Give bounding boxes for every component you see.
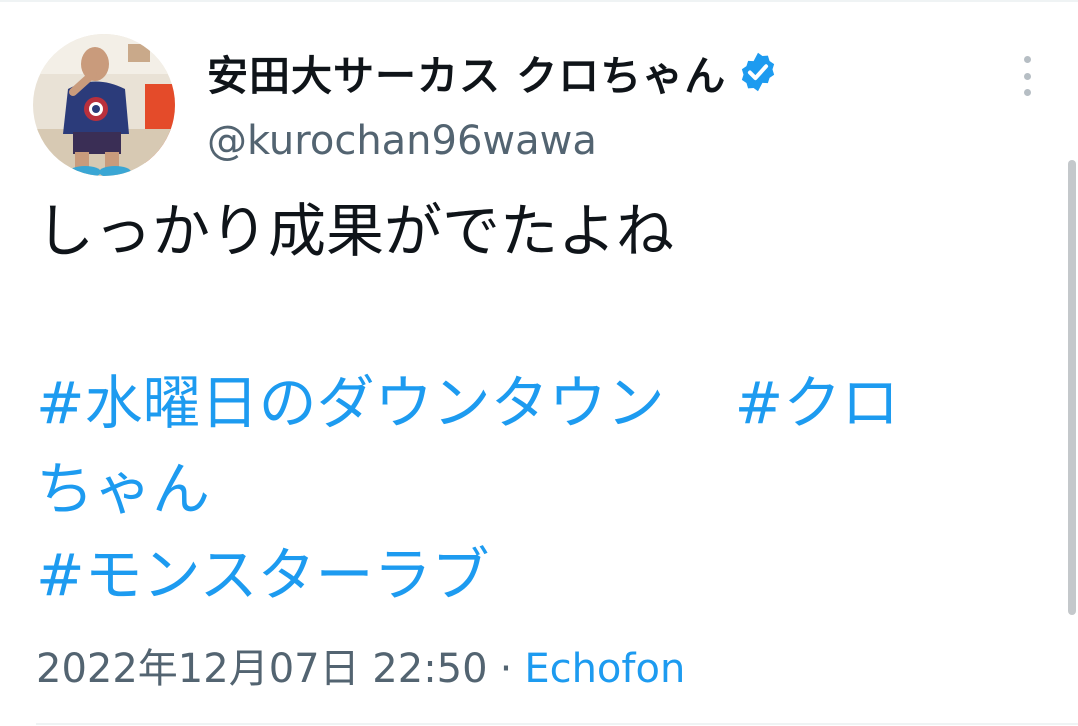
display-name-row: 安田大サーカス クロちゃん — [207, 42, 780, 102]
tweet-metadata: 2022年12月07日 22:50 · Echofon — [36, 636, 685, 694]
bottom-divider — [36, 723, 1078, 725]
tweet-card: 安田大サーカス クロちゃん @kurochan96wawa しっかり成果がでたよ… — [0, 0, 1078, 726]
avatar-image — [33, 34, 175, 176]
more-dot — [1023, 56, 1031, 63]
more-dot — [1023, 72, 1031, 80]
hashtag-link-continued[interactable]: ちゃん — [36, 455, 210, 523]
more-dot — [1023, 89, 1031, 96]
hashtag-line: #水曜日のダウンタウン #クロ — [36, 360, 1036, 446]
hashtag-line: ちゃん — [36, 446, 1036, 532]
timestamp[interactable]: 2022年12月07日 22:50 — [36, 646, 488, 692]
meta-separator: · — [499, 646, 513, 692]
tweet-text-line: しっかり成果がでたよね — [36, 197, 675, 265]
hashtag-link[interactable]: #モンスターラブ — [36, 541, 489, 609]
more-vertical-icon[interactable] — [1010, 56, 1044, 96]
hashtag-link[interactable]: #クロ — [735, 369, 900, 437]
scrollbar[interactable] — [1068, 160, 1076, 615]
hashtag-link[interactable]: #水曜日のダウンタウン — [36, 369, 665, 437]
tweet-text: しっかり成果がでたよね #水曜日のダウンタウン #クロ ちゃん #モンスターラブ — [36, 188, 1036, 618]
source-link[interactable]: Echofon — [524, 646, 685, 692]
user-handle[interactable]: @kurochan96wawa — [207, 118, 597, 164]
hashtag-line: #モンスターラブ — [36, 532, 1036, 618]
top-divider — [0, 0, 1078, 2]
verified-badge-icon — [736, 50, 780, 94]
display-name[interactable]: 安田大サーカス クロちゃん — [207, 42, 726, 102]
avatar[interactable] — [33, 34, 175, 176]
